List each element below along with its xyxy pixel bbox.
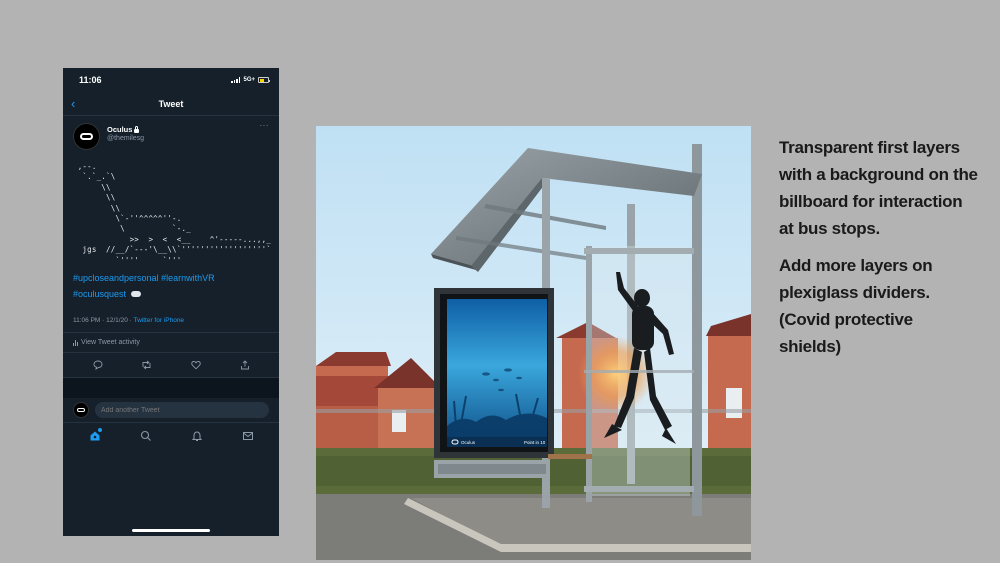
reply-avatar bbox=[73, 402, 89, 419]
author-handle[interactable]: @themilesg bbox=[107, 135, 144, 142]
status-indicators: 5G+ bbox=[231, 77, 270, 83]
tweet-author: Oculus @themilesg ··· bbox=[63, 116, 279, 150]
status-time: 11:06 bbox=[79, 75, 102, 85]
like-icon[interactable] bbox=[189, 358, 203, 372]
display-name[interactable]: Oculus bbox=[107, 125, 132, 134]
bus-shelter-illustration: Oculus Point in 10 bbox=[316, 126, 751, 560]
tweet-hashtags: #upcloseandpersonal #learnwithVR #oculus… bbox=[63, 266, 279, 302]
hashtag-link[interactable]: #oculusquest bbox=[73, 289, 126, 299]
cloud-emoji-icon bbox=[130, 291, 141, 298]
tweet-actions bbox=[63, 353, 279, 379]
analytics-icon bbox=[73, 339, 78, 346]
network-label: 5G+ bbox=[243, 77, 255, 83]
hashtag-link[interactable]: #upcloseandpersonal bbox=[73, 273, 159, 283]
bus-shelter-mockup-photo: Oculus Point in 10 bbox=[316, 126, 751, 560]
author-name-row: Oculus bbox=[107, 125, 144, 134]
tweet-activity-row[interactable]: View Tweet activity bbox=[63, 333, 279, 354]
activity-label: View Tweet activity bbox=[81, 339, 140, 347]
share-icon[interactable] bbox=[238, 358, 252, 372]
hashtag-link[interactable]: #learnwithVR bbox=[161, 273, 215, 283]
battery-icon bbox=[258, 77, 270, 83]
add-tweet-input[interactable] bbox=[95, 402, 269, 419]
client-link[interactable]: Twitter for iPhone bbox=[133, 317, 184, 324]
billboard-tagline: Point in 10 bbox=[524, 440, 546, 445]
retweet-icon[interactable] bbox=[140, 358, 154, 372]
avatar[interactable] bbox=[73, 123, 100, 150]
thread-gap bbox=[63, 378, 279, 399]
note-paragraph-2: Add more layers on plexiglass dividers. … bbox=[779, 256, 933, 356]
signal-icon bbox=[231, 77, 241, 83]
shelter-rear-post bbox=[692, 144, 702, 516]
page-title: Tweet bbox=[158, 98, 184, 109]
reply-bar bbox=[63, 398, 279, 422]
tweet-header: ‹ Tweet bbox=[63, 92, 279, 116]
twitter-phone-screenshot: 11:06 5G+ ‹ Tweet Oculus @themilesg ··· … bbox=[63, 68, 279, 536]
timestamp-text: 11:06 PM · 12/1/20 · bbox=[73, 317, 134, 325]
bottom-tab-bar bbox=[63, 422, 279, 448]
notes-panel: Transparent first layers with a backgrou… bbox=[779, 134, 979, 370]
tweet-ascii-art: ,--. `.`_.`\ \\ \\ \\ \`-''^^^^^''-. \ `… bbox=[77, 162, 272, 265]
reply-icon[interactable] bbox=[91, 358, 105, 372]
note-paragraph-1: Transparent first layers with a backgrou… bbox=[779, 138, 978, 238]
billboard-panel: Oculus Point in 10 bbox=[434, 288, 554, 478]
messages-mail-icon[interactable] bbox=[240, 428, 256, 444]
oculus-logo-icon bbox=[80, 133, 93, 140]
more-options-icon[interactable]: ··· bbox=[260, 121, 270, 130]
status-bar: 11:06 5G+ bbox=[63, 68, 279, 92]
tweet-timestamp: 11:06 PM · 12/1/20 · Twitter for iPhone bbox=[63, 302, 279, 334]
home-icon[interactable] bbox=[87, 427, 103, 444]
home-indicator bbox=[132, 529, 210, 532]
back-arrow-icon[interactable]: ‹ bbox=[71, 96, 75, 111]
notifications-bell-icon[interactable] bbox=[189, 428, 205, 444]
search-icon[interactable] bbox=[138, 428, 154, 444]
home-notification-dot bbox=[97, 427, 102, 432]
lock-icon bbox=[134, 125, 140, 133]
billboard-brand: Oculus bbox=[461, 440, 476, 445]
oculus-logo-icon bbox=[77, 408, 85, 413]
bench bbox=[548, 454, 592, 459]
